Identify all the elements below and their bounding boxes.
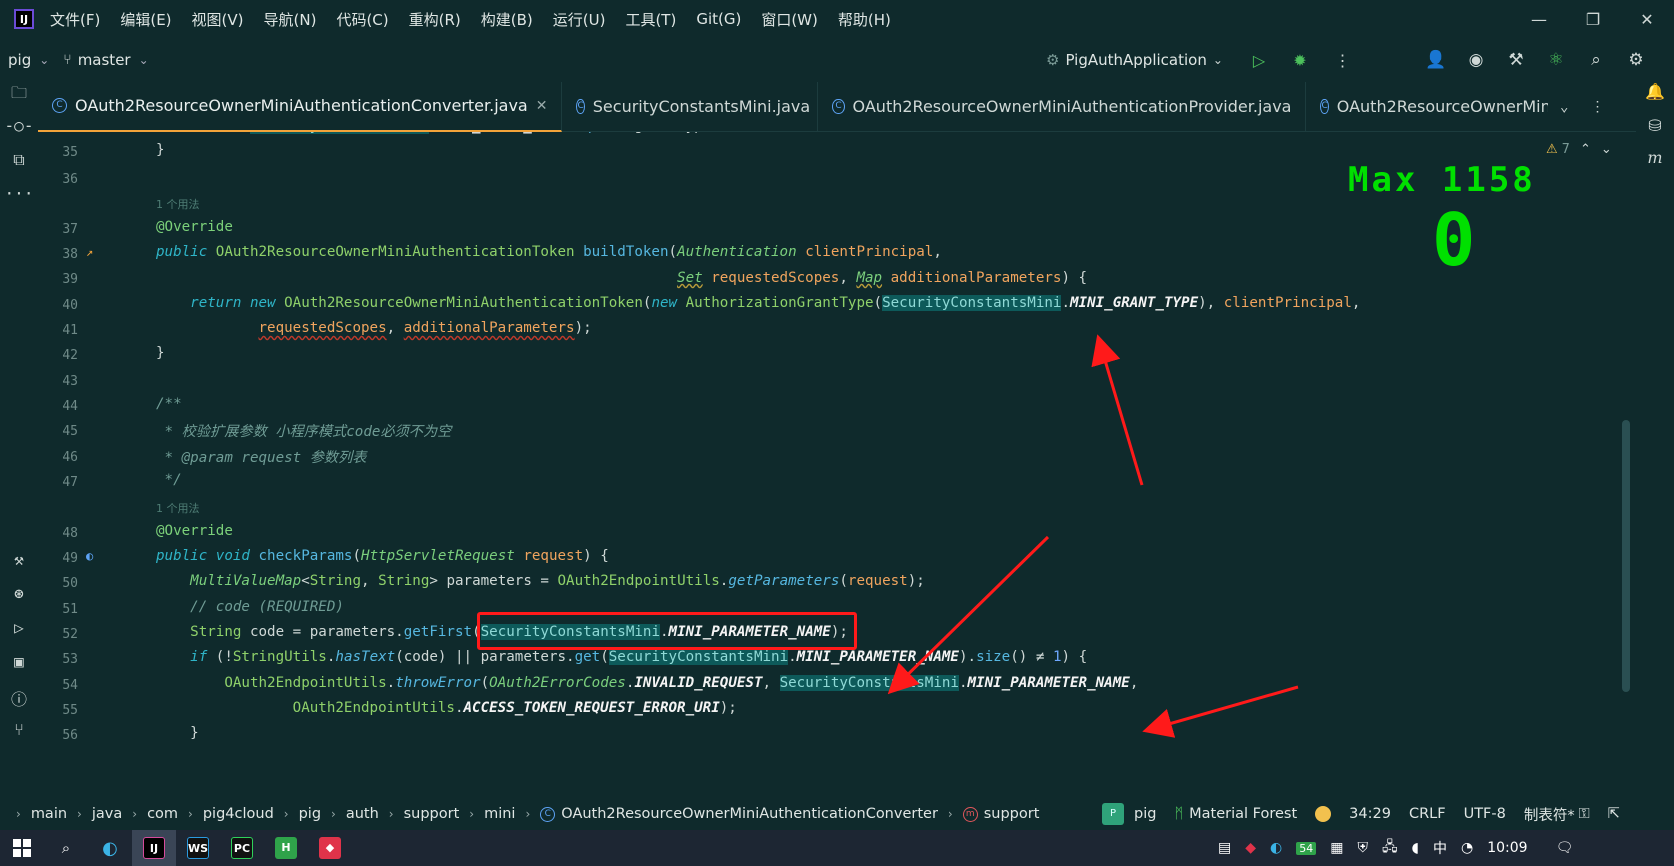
chevron-right-icon: › <box>947 807 953 821</box>
breadcrumb-item[interactable]: java <box>92 806 122 822</box>
os-taskbar: ⌕ ◐ IJ WS PC H ◆ ▤ ◆ ◐ 54 ▦ ⛨ 🖧 ◖ 中 ◔ 10… <box>0 830 1674 866</box>
hbuilder-taskbar-icon[interactable]: H <box>264 830 308 866</box>
windows-start-icon[interactable] <box>0 830 44 866</box>
chevron-right-icon: › <box>132 807 138 821</box>
read-only-toggle-icon[interactable]: ⚿ <box>1579 806 1590 822</box>
breadcrumb-item[interactable]: com <box>147 806 178 822</box>
arrow-to-grant-type <box>1091 334 1144 486</box>
chevron-right-icon: › <box>469 807 475 821</box>
chevron-right-icon: › <box>188 807 193 821</box>
class-icon: C <box>540 806 556 822</box>
tray-app-icon[interactable]: ▤ <box>1218 840 1231 856</box>
arrow-to-throw-error <box>1142 685 1299 738</box>
tray-shield-icon[interactable]: ⛨ <box>1357 840 1368 856</box>
chevron-right-icon: › <box>525 807 531 821</box>
breadcrumb-item[interactable]: main <box>31 806 67 822</box>
system-tray: ▤ ◆ ◐ 54 ▦ ⛨ 🖧 ◖ 中 ◔ 10:09 🗨 <box>1218 830 1573 866</box>
status-bar: › main › java › com › pig4cloud › pig › … <box>0 800 1674 828</box>
tray-edge-icon[interactable]: ◐ <box>1270 840 1282 856</box>
notification-center-icon[interactable]: 🗨 <box>1556 840 1574 856</box>
chevron-right-icon: › <box>283 807 289 821</box>
chevron-right-icon: › <box>331 807 336 821</box>
pycharm-taskbar-icon[interactable]: PC <box>220 830 264 866</box>
theme-icon: ᛗ <box>1174 806 1184 822</box>
tray-network-icon[interactable]: 🖧 <box>1382 836 1398 860</box>
breadcrumb-item[interactable]: mini <box>484 806 515 822</box>
webstorm-taskbar-icon[interactable]: WS <box>176 830 220 866</box>
tray-volume-icon[interactable]: ◖ <box>1412 840 1419 856</box>
tray-vm-icon[interactable]: ▦ <box>1330 840 1343 856</box>
chevron-right-icon: › <box>77 807 82 821</box>
tray-ime-mode-icon[interactable]: ◔ <box>1461 840 1473 856</box>
breadcrumb-item[interactable]: pig <box>299 806 321 822</box>
line-ending[interactable]: CRLF <box>1409 806 1446 822</box>
breadcrumb-method[interactable]: support <box>984 806 1040 822</box>
tray-badge[interactable]: 54 <box>1296 841 1317 855</box>
breadcrumb-item[interactable]: auth <box>346 806 379 822</box>
breadcrumb-item[interactable]: pig4cloud <box>203 806 274 822</box>
app-taskbar-icon[interactable]: ◆ <box>308 830 352 866</box>
edge-browser-icon[interactable]: ◐ <box>88 830 132 866</box>
chevron-right-icon: › <box>16 807 21 821</box>
tray-security-icon[interactable]: ◆ <box>1245 840 1256 856</box>
breadcrumb-class[interactable]: OAuth2ResourceOwnerMiniAuthenticationCon… <box>561 806 938 822</box>
annotation-arrows <box>887 334 1299 738</box>
status-indicator-icon[interactable] <box>1315 806 1332 822</box>
breadcrumb-item[interactable]: support <box>404 806 460 822</box>
arrow-to-parameter-get <box>887 535 1050 695</box>
module-name[interactable]: pig <box>1134 806 1156 822</box>
search-icon[interactable]: ⌕ <box>44 830 88 866</box>
clock[interactable]: 10:09 <box>1487 840 1527 856</box>
vcs-lock-icon[interactable]: ⇱ <box>1608 806 1620 822</box>
ime-indicator[interactable]: 中 <box>1433 838 1447 858</box>
intellij-taskbar-icon[interactable]: IJ <box>132 830 176 866</box>
indent-setting[interactable]: 制表符* <box>1524 804 1575 825</box>
file-encoding[interactable]: UTF-8 <box>1464 806 1506 822</box>
cursor-position[interactable]: 34:29 <box>1349 806 1391 822</box>
module-badge: P <box>1102 803 1124 825</box>
chevron-right-icon: › <box>388 807 394 821</box>
method-icon: m <box>962 806 978 822</box>
theme-name[interactable]: Material Forest <box>1189 806 1297 822</box>
